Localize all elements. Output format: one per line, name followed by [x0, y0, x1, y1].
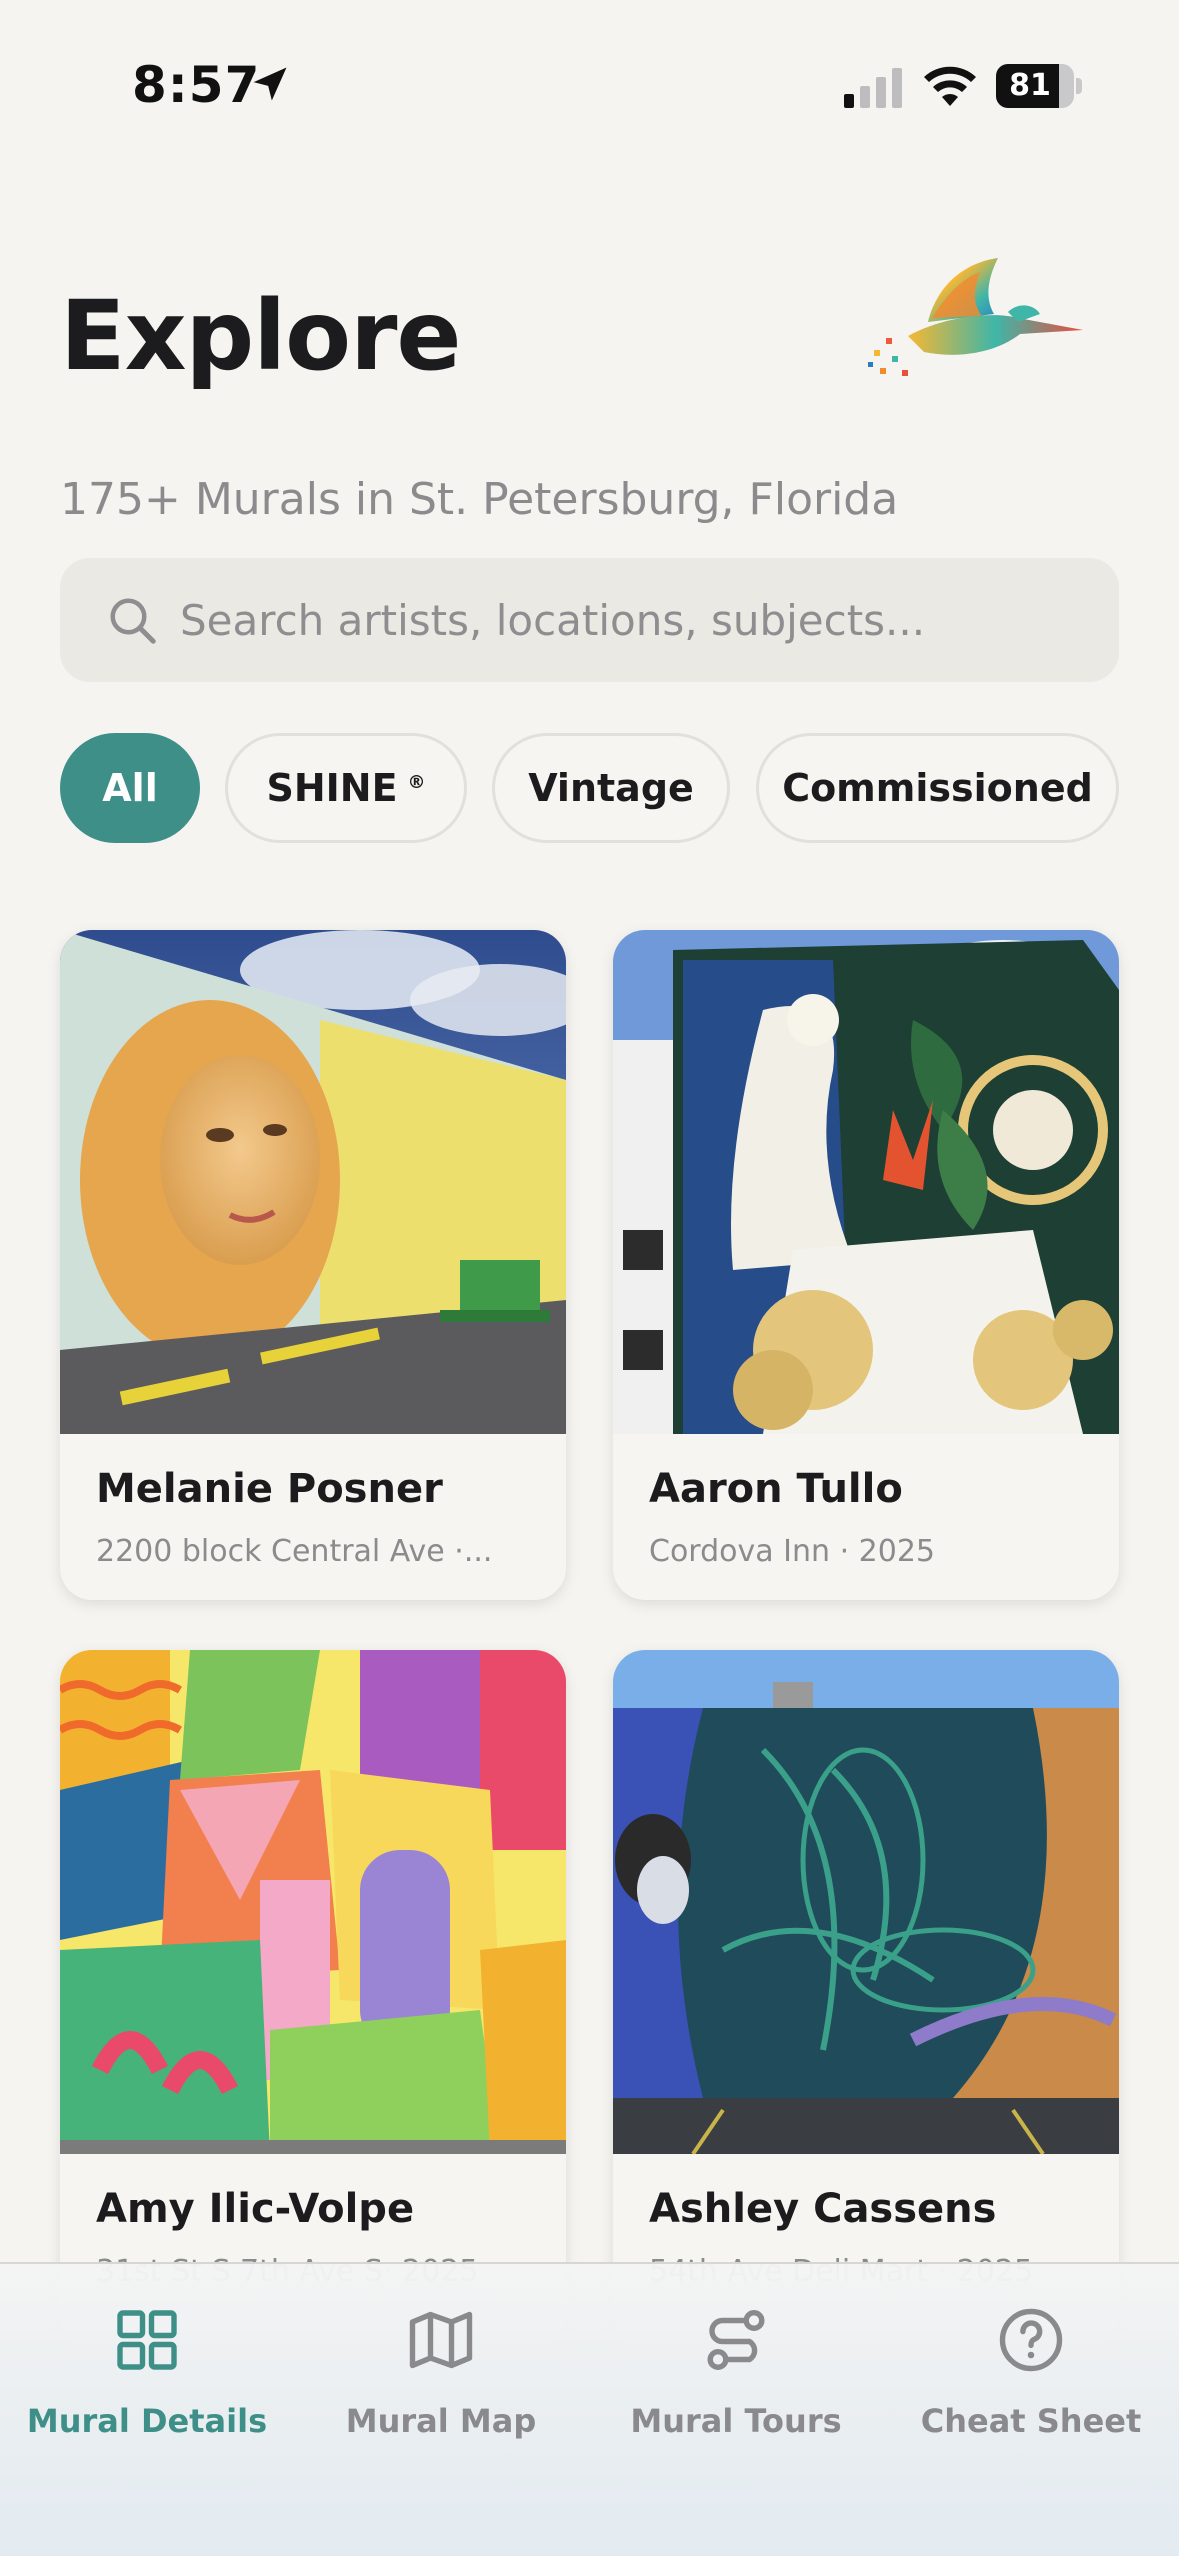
battery-indicator: 81	[996, 64, 1082, 108]
tab-label: Mural Details	[26, 2402, 268, 2440]
search-bar[interactable]	[60, 558, 1119, 682]
filter-chip-label: SHINE	[266, 766, 398, 810]
mural-photo	[613, 930, 1119, 1434]
route-icon	[707, 2310, 765, 2370]
mural-card[interactable]: Aaron Tullo Cordova Inn · 2025	[613, 930, 1119, 1600]
filter-chip-shine[interactable]: SHINE ®	[225, 733, 467, 843]
location-arrow-icon	[253, 67, 287, 101]
search-icon	[110, 598, 156, 644]
mural-artist: Aaron Tullo	[649, 1466, 903, 1512]
registered-mark: ®	[407, 771, 426, 793]
tab-label: Mural Map	[345, 2402, 537, 2440]
map-icon	[409, 2311, 473, 2369]
tab-bar: Mural Details Mural Map Mural Tours Chea…	[0, 2262, 1179, 2556]
wifi-icon	[924, 66, 976, 106]
filter-chip-commissioned[interactable]: Commissioned	[756, 733, 1119, 843]
mural-card[interactable]: Melanie Posner 2200 block Central Ave ·.…	[60, 930, 566, 1600]
mural-artist: Melanie Posner	[96, 1466, 443, 1512]
mural-artist: Ashley Cassens	[649, 2186, 997, 2232]
mural-artist: Amy Ilic-Volpe	[96, 2186, 415, 2232]
mural-photo	[613, 1650, 1119, 2154]
status-bar: 8:57 81	[0, 0, 1179, 170]
tab-label: Cheat Sheet	[920, 2402, 1142, 2440]
mural-location: Cordova Inn · 2025	[649, 1534, 936, 1569]
status-time: 8:57	[132, 56, 261, 114]
filter-chip-label: All	[102, 766, 158, 810]
mural-card[interactable]: Ashley Cassens 54th Ave Deli Mart · 2025	[613, 1650, 1119, 2350]
filter-chip-label: Commissioned	[782, 766, 1093, 810]
search-input[interactable]	[180, 584, 1080, 656]
filter-chip-label: Vintage	[528, 766, 694, 810]
tab-mural-details[interactable]: Mural Details	[0, 2294, 294, 2454]
mural-location: 2200 block Central Ave ·...	[96, 1534, 493, 1569]
mural-card[interactable]: Amy Ilic-Volpe 31st St S 7th Ave S· 2025	[60, 1650, 566, 2350]
tab-mural-tours[interactable]: Mural Tours	[589, 2294, 883, 2454]
tab-mural-map[interactable]: Mural Map	[294, 2294, 588, 2454]
filter-chip-vintage[interactable]: Vintage	[492, 733, 730, 843]
cellular-signal-icon	[844, 68, 902, 108]
tab-label: Mural Tours	[630, 2402, 842, 2440]
page-subtitle: 175+ Murals in St. Petersburg, Florida	[60, 474, 899, 525]
tab-cheat-sheet[interactable]: Cheat Sheet	[884, 2294, 1178, 2454]
battery-percent: 81	[1009, 68, 1051, 103]
filter-chip-all[interactable]: All	[60, 733, 200, 843]
page-title: Explore	[60, 280, 462, 392]
help-circle-icon	[999, 2308, 1063, 2372]
mural-photo	[60, 930, 566, 1434]
grid-icon	[117, 2310, 177, 2370]
mural-photo	[60, 1650, 566, 2154]
pelican-logo	[868, 258, 1083, 376]
